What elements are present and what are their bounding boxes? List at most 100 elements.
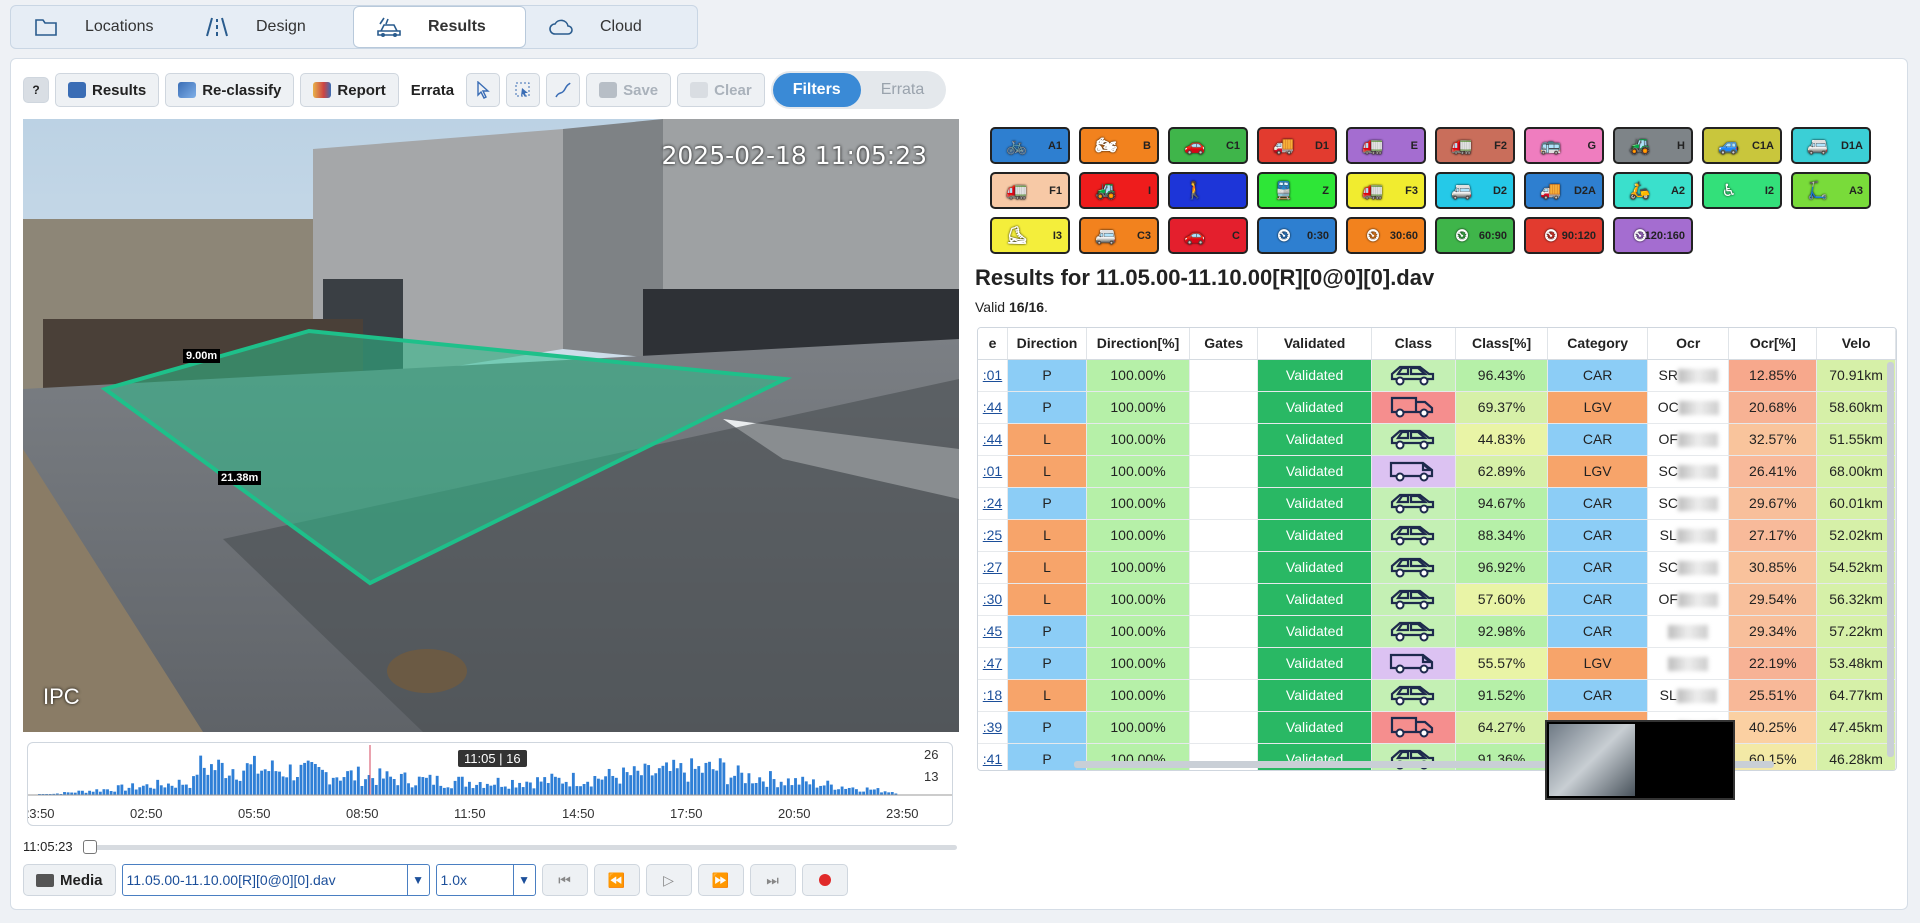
speed-select[interactable]: 1.0x ▼ xyxy=(435,864,536,896)
column-header[interactable]: Ocr xyxy=(1647,328,1730,360)
record-button[interactable] xyxy=(801,864,848,896)
tab-design[interactable]: Design xyxy=(182,6,353,48)
column-header[interactable]: Direction xyxy=(1007,328,1088,360)
class-filter-button[interactable]: 🚌 G xyxy=(1524,127,1604,164)
file-select[interactable]: 11.05.00-11.10.00[R][0@0][0].dav ▼ xyxy=(121,864,430,896)
table-row[interactable]: :45 P 100.00% Validated 92.98% CAR 29.34% 57.22… xyxy=(978,615,1896,648)
skip-start-button[interactable]: ⏮ xyxy=(541,864,588,896)
class-filter-button[interactable]: 🚗 C1 xyxy=(1168,127,1248,164)
class-filter-button[interactable]: 🚶 xyxy=(1168,172,1248,209)
time-link[interactable]: :01 xyxy=(983,463,1002,479)
column-header[interactable]: Category xyxy=(1547,328,1649,360)
results-table-container[interactable]: e Direction Direction[%] Gates Validated Clas… xyxy=(977,327,1897,771)
class-filter-button[interactable]: 🚐 D1A xyxy=(1791,127,1871,164)
select-area-button[interactable] xyxy=(506,73,541,107)
histogram-bar xyxy=(489,785,493,795)
class-filter-button[interactable]: 🚛 F2 xyxy=(1435,127,1515,164)
time-link[interactable]: :30 xyxy=(983,591,1002,607)
column-header[interactable]: Class xyxy=(1371,328,1456,360)
report-button[interactable]: Report xyxy=(300,73,399,107)
play-button[interactable]: ▷ xyxy=(645,864,692,896)
histogram-bar xyxy=(296,777,299,795)
reclassify-button[interactable]: Re-classify xyxy=(165,73,295,107)
column-header[interactable]: Validated xyxy=(1257,328,1372,360)
time-link[interactable]: :47 xyxy=(983,655,1002,671)
column-header[interactable]: Class[%] xyxy=(1455,328,1549,360)
tab-results[interactable]: Results xyxy=(353,6,526,48)
class-filter-button[interactable]: 🚙 C1A xyxy=(1702,127,1782,164)
table-row[interactable]: :01 L 100.00% Validated 62.89% LGV SC 26.41% 68.… xyxy=(978,455,1896,488)
clear-button[interactable]: Clear xyxy=(677,73,765,107)
histogram-bar xyxy=(95,789,99,795)
rewind-button[interactable]: ⏪ xyxy=(593,864,640,896)
media-button[interactable]: Media xyxy=(23,864,116,896)
table-row[interactable]: :25 L 100.00% Validated 88.34% CAR SL 27.17% 52.… xyxy=(978,519,1896,552)
table-row[interactable]: :44 L 100.00% Validated 44.83% CAR OF 32.57% 51.… xyxy=(978,423,1896,456)
class-filter-button[interactable]: ⏲ 0:30 xyxy=(1257,217,1337,254)
class-filter-button[interactable]: ⏲ 90:120 xyxy=(1524,217,1604,254)
column-header[interactable]: Velo xyxy=(1816,328,1896,360)
time-link[interactable]: :27 xyxy=(983,559,1002,575)
class-filter-button[interactable]: 🚚 D2A xyxy=(1524,172,1604,209)
class-filter-button[interactable]: 🚗 C xyxy=(1168,217,1248,254)
traffic-histogram[interactable]: 11:05 | 16 26 13 23:50 02:50 05:50 08:50 11:… xyxy=(27,742,953,826)
class-filter-button[interactable]: 🚚 D1 xyxy=(1257,127,1337,164)
class-filter-button[interactable]: 🛵 A2 xyxy=(1613,172,1693,209)
help-button[interactable]: ? xyxy=(23,77,49,103)
forward-button[interactable]: ⏩ xyxy=(697,864,744,896)
class-filter-button[interactable]: ⏲ 120:160 xyxy=(1613,217,1693,254)
table-row[interactable]: :24 P 100.00% Validated 94.67% CAR SC 29.67% 60.… xyxy=(978,487,1896,520)
column-header[interactable]: Ocr[%] xyxy=(1728,328,1818,360)
time-link[interactable]: :01 xyxy=(983,367,1002,383)
column-header[interactable]: Gates xyxy=(1189,328,1259,360)
table-row[interactable]: :47 P 100.00% Validated 55.57% LGV 22.19% 53.48… xyxy=(978,647,1896,680)
van-icon xyxy=(1390,461,1434,481)
time-link[interactable]: :24 xyxy=(983,495,1002,511)
table-row[interactable]: :30 L 100.00% Validated 57.60% CAR OF 29.54% 56.… xyxy=(978,583,1896,616)
skip-end-button[interactable]: ⏭ xyxy=(749,864,796,896)
time-link[interactable]: :39 xyxy=(983,719,1002,735)
column-header[interactable]: Direction[%] xyxy=(1086,328,1190,360)
draw-path-button[interactable] xyxy=(546,73,581,107)
errata-toggle[interactable]: Errata xyxy=(861,73,945,107)
time-link[interactable]: :25 xyxy=(983,527,1002,543)
class-filter-button[interactable]: 🚆 Z xyxy=(1257,172,1337,209)
histogram-bar xyxy=(844,788,848,795)
class-filter-button[interactable]: 🚲 A1 xyxy=(990,127,1070,164)
class-filter-button[interactable]: ⛸ I3 xyxy=(990,217,1070,254)
time-link[interactable]: :44 xyxy=(983,399,1002,415)
class-filter-button[interactable]: 🚛 F1 xyxy=(990,172,1070,209)
timeline-slider[interactable] xyxy=(83,840,957,854)
results-button[interactable]: Results xyxy=(55,73,160,107)
class-filter-button[interactable]: 🚐 C3 xyxy=(1079,217,1159,254)
tab-locations[interactable]: Locations xyxy=(11,6,182,48)
histogram-bar xyxy=(471,788,475,795)
timeline-thumb[interactable] xyxy=(83,840,97,854)
column-header[interactable]: e xyxy=(978,328,1008,360)
save-button[interactable]: Save xyxy=(586,73,672,107)
class-filter-button[interactable]: 🚛 E xyxy=(1346,127,1426,164)
class-filter-button[interactable]: 🛴 A3 xyxy=(1791,172,1871,209)
time-link[interactable]: :44 xyxy=(983,431,1002,447)
tab-cloud[interactable]: Cloud xyxy=(526,6,697,48)
class-filter-button[interactable]: 🏍 B xyxy=(1079,127,1159,164)
time-link[interactable]: :18 xyxy=(983,687,1002,703)
time-link[interactable]: :45 xyxy=(983,623,1002,639)
class-filter-button[interactable]: ⏲ 60:90 xyxy=(1435,217,1515,254)
time-link[interactable]: :41 xyxy=(983,751,1002,767)
class-filter-button[interactable]: ♿ I2 xyxy=(1702,172,1782,209)
filters-toggle[interactable]: Filters xyxy=(772,73,861,107)
vertical-scrollbar[interactable] xyxy=(1887,362,1894,757)
select-pointer-button[interactable] xyxy=(466,73,501,107)
class-filter-button[interactable]: 🚐 D2 xyxy=(1435,172,1515,209)
video-player[interactable]: 2025-02-18 11:05:23 IPC 9.00m 21.38m xyxy=(23,119,959,732)
table-row[interactable]: :27 L 100.00% Validated 96.92% CAR SC 30.85% 54.… xyxy=(978,551,1896,584)
table-row[interactable]: :39P100.00%Validated64.27%LGVSC40.25%47.… xyxy=(978,711,1896,744)
class-filter-button[interactable]: 🚜 H xyxy=(1613,127,1693,164)
table-row[interactable]: :44 P 100.00% Validated 69.37% LGV OC 20.68% 58.… xyxy=(978,391,1896,424)
class-filter-button[interactable]: 🚛 F3 xyxy=(1346,172,1426,209)
class-filter-button[interactable]: 🚜 I xyxy=(1079,172,1159,209)
class-filter-button[interactable]: ⏲ 30:60 xyxy=(1346,217,1426,254)
table-row[interactable]: :18 L 100.00% Validated 91.52% CAR SL 25.51% 64.… xyxy=(978,679,1896,712)
table-row[interactable]: :01 P 100.00% Validated 96.43% CAR SR 12.85% 70.… xyxy=(978,359,1896,392)
